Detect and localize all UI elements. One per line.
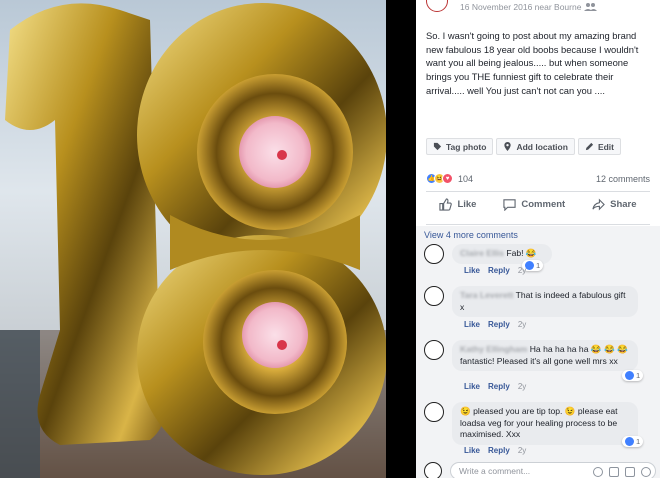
comment-time[interactable]: 2y <box>518 382 526 391</box>
emoji-icon[interactable] <box>593 467 603 477</box>
thumbs-up-icon <box>439 198 453 211</box>
balloon-18-illustration <box>0 3 386 478</box>
write-comment-row: Write a comment... <box>424 460 656 478</box>
comment-label: Comment <box>521 199 566 210</box>
like-reaction-icon <box>525 261 534 270</box>
post-buttons: Like Comment Share <box>426 198 650 211</box>
photo-actions: Tag photo Add location Edit <box>426 138 621 155</box>
comment-time[interactable]: 2y <box>518 446 526 455</box>
like-reaction-icon <box>625 437 634 446</box>
sticker-icon[interactable] <box>641 467 651 477</box>
comment-text: 😉 pleased you are tip top. 😉 please eat … <box>460 406 618 439</box>
tag-photo-button[interactable]: Tag photo <box>426 138 494 155</box>
post-text: So. I wasn't going to post about my amaz… <box>426 30 639 96</box>
commenter-name[interactable]: Kathy Ellingham <box>460 344 527 354</box>
viewer-gap <box>386 0 416 478</box>
comments-section: View 4 more comments Claire Ellis Fab! 😂… <box>416 226 660 478</box>
love-reaction-icon: ♥ <box>442 173 453 184</box>
gif-icon[interactable] <box>625 467 635 477</box>
comment-actions: Like Reply 2y <box>464 266 526 275</box>
view-more-comments-link[interactable]: View 4 more comments <box>424 230 518 240</box>
comment-bubble: Kathy Ellingham Ha ha ha ha ha 😂 😂 😂 fan… <box>452 340 638 371</box>
commenter-name[interactable]: Claire Ellis <box>460 248 504 258</box>
comment-reply-link[interactable]: Reply <box>488 446 510 455</box>
add-location-button[interactable]: Add location <box>496 138 575 155</box>
location-pin-icon <box>504 142 512 151</box>
comment-time[interactable]: 2y <box>518 320 526 329</box>
like-label: Like <box>457 199 477 210</box>
reactions-summary: 👍 😆 ♥ 104 12 comments <box>426 173 650 184</box>
avatar[interactable] <box>424 286 444 306</box>
avatar[interactable] <box>424 340 444 360</box>
post-panel: 16 November 2016 near Bourne So. I wasn'… <box>416 0 660 478</box>
avatar[interactable] <box>424 244 444 264</box>
comment-like-link[interactable]: Like <box>464 320 480 329</box>
divider <box>426 224 650 225</box>
comment-like-link[interactable]: Like <box>464 266 480 275</box>
tag-icon <box>433 142 442 151</box>
comment-text: Fab! 😂 <box>506 248 537 258</box>
share-arrow-icon <box>592 198 605 211</box>
comment-input-placeholder: Write a comment... <box>459 466 531 476</box>
edit-label: Edit <box>597 141 614 152</box>
pencil-icon <box>585 142 594 151</box>
reaction-icons[interactable]: 👍 😆 ♥ <box>426 173 453 184</box>
comment-reaction-count: 1 <box>536 261 541 270</box>
camera-icon[interactable] <box>609 467 619 477</box>
comment-input[interactable]: Write a comment... <box>450 462 656 478</box>
comment-actions: Like Reply 2y <box>464 382 526 391</box>
comment-reaction-badge[interactable]: 1 <box>622 370 644 381</box>
reaction-count[interactable]: 104 <box>458 174 473 184</box>
comment-bubble-icon <box>503 199 517 211</box>
avatar <box>424 462 442 478</box>
comments-count[interactable]: 12 comments <box>596 174 650 184</box>
share-button[interactable]: Share <box>592 198 637 211</box>
comment-time[interactable]: 2y <box>518 266 526 275</box>
like-reaction-icon <box>625 371 634 380</box>
author-avatar[interactable] <box>426 0 448 12</box>
comment-button[interactable]: Comment <box>503 198 565 211</box>
comment-like-link[interactable]: Like <box>464 382 480 391</box>
comment-bubble: 😉 pleased you are tip top. 😉 please eat … <box>452 402 638 445</box>
commenter-name[interactable]: Tara Leverett <box>460 290 513 300</box>
avatar[interactable] <box>424 402 444 422</box>
comment-actions: Like Reply 2y <box>464 320 526 329</box>
add-location-label: Add location <box>516 141 568 152</box>
comment-reply-link[interactable]: Reply <box>488 320 510 329</box>
comment-reaction-badge[interactable]: 1 <box>622 436 644 447</box>
comment-actions: Like Reply 2y <box>464 446 526 455</box>
post-date[interactable]: 16 November 2016 near Bourne <box>460 2 581 12</box>
comment-reply-link[interactable]: Reply <box>488 266 510 275</box>
comment-like-link[interactable]: Like <box>464 446 480 455</box>
comment-reaction-count: 1 <box>636 437 641 446</box>
edit-button[interactable]: Edit <box>577 138 621 155</box>
comment-reaction-count: 1 <box>636 371 641 380</box>
divider <box>426 191 650 192</box>
post-photo[interactable] <box>0 0 386 478</box>
tag-photo-label: Tag photo <box>446 141 487 152</box>
comment-bubble: Tara Leverett That is indeed a fabulous … <box>452 286 638 317</box>
comment-input-icons <box>593 467 651 477</box>
share-label: Share <box>610 199 637 210</box>
audience-friends-icon[interactable] <box>584 2 598 12</box>
like-button[interactable]: Like <box>439 198 476 211</box>
comment-reply-link[interactable]: Reply <box>488 382 510 391</box>
